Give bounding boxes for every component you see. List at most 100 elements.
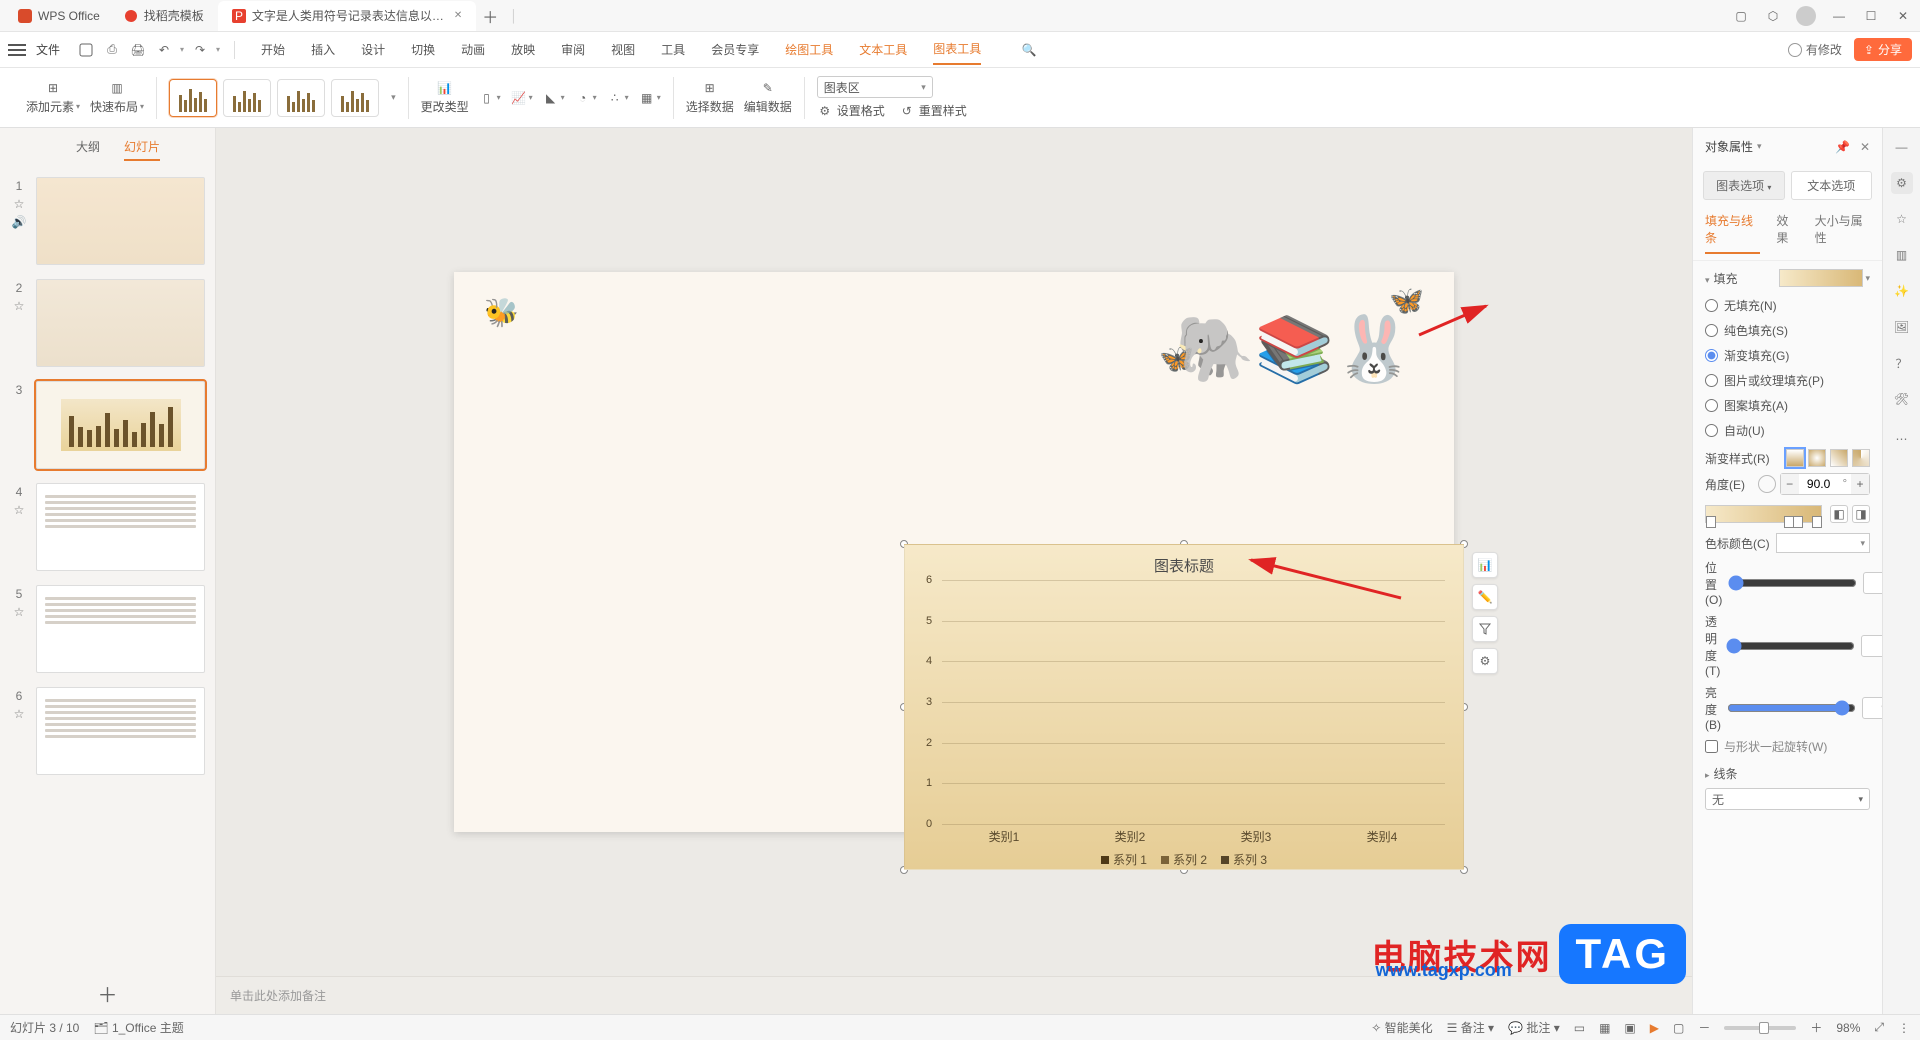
- chart-style-1[interactable]: [169, 79, 217, 117]
- set-format-button[interactable]: ⚙设置格式: [817, 102, 885, 119]
- line-type-dropdown[interactable]: 📈▾: [511, 90, 533, 106]
- tab-templates[interactable]: 找稻壳模板: [110, 1, 218, 31]
- fill-swatch[interactable]: [1779, 269, 1863, 287]
- slides-tab[interactable]: 幻灯片: [124, 138, 160, 161]
- tab-tools[interactable]: 工具: [661, 35, 685, 64]
- slide-thumb-1[interactable]: [36, 177, 205, 265]
- tab-animation[interactable]: 动画: [461, 35, 485, 64]
- close-icon[interactable]: ✕: [454, 10, 462, 21]
- slide-thumb-4[interactable]: [36, 483, 205, 571]
- gradient-stop[interactable]: [1812, 516, 1822, 528]
- scatter-type-dropdown[interactable]: ∴▾: [607, 90, 629, 106]
- style-more[interactable]: ▾: [391, 92, 396, 103]
- maximize-button[interactable]: ☐: [1862, 7, 1880, 25]
- rail-adjust-icon[interactable]: ⚙: [1891, 172, 1913, 194]
- slide-thumb-6[interactable]: [36, 687, 205, 775]
- angle-dial-icon[interactable]: [1758, 475, 1776, 493]
- tab-wps-home[interactable]: WPS Office: [8, 1, 110, 31]
- chart-style-2[interactable]: [223, 79, 271, 117]
- notes-toggle[interactable]: ☰ 备注 ▾: [1447, 1019, 1494, 1036]
- print-icon[interactable]: ⎙: [102, 40, 122, 60]
- opacity-value[interactable]: 0: [1861, 635, 1882, 657]
- more-icon[interactable]: ⋮: [1898, 1021, 1910, 1035]
- comments-toggle[interactable]: 💬 批注 ▾: [1508, 1019, 1560, 1036]
- close-button[interactable]: ✕: [1894, 7, 1912, 25]
- tab-design[interactable]: 设计: [361, 35, 385, 64]
- stop-color-picker[interactable]: ▾: [1776, 533, 1870, 553]
- chart-filter-button[interactable]: [1472, 616, 1498, 642]
- chart-selection[interactable]: 图表标题 0123456 类别1类别2类别3类别4 系列 1系列 2系列 3 📊…: [904, 544, 1464, 870]
- fill-picture-radio[interactable]: 图片或纹理填充(P): [1705, 368, 1870, 393]
- fill-solid-radio[interactable]: 纯色填充(S): [1705, 318, 1870, 343]
- effect-subtab[interactable]: 效果: [1776, 212, 1798, 254]
- view-sorter-icon[interactable]: ▦: [1599, 1021, 1610, 1035]
- pie-type-dropdown[interactable]: ◔▾: [575, 90, 597, 106]
- tab-draw-tools[interactable]: 绘图工具: [785, 35, 833, 64]
- zoom-in[interactable]: ＋: [1810, 1019, 1822, 1036]
- gradient-bar[interactable]: [1705, 505, 1822, 523]
- tab-start[interactable]: 开始: [261, 35, 285, 64]
- chart[interactable]: 图表标题 0123456 类别1类别2类别3类别4 系列 1系列 2系列 3: [904, 544, 1464, 870]
- undo-caret[interactable]: ▾: [180, 45, 184, 54]
- zoom-value[interactable]: 98%: [1836, 1021, 1860, 1035]
- tab-document[interactable]: P 文字是人类用符号记录表达信息以… ✕: [218, 1, 476, 31]
- position-value[interactable]: 0: [1863, 572, 1882, 594]
- fill-section-label[interactable]: 填充: [1714, 272, 1738, 286]
- tab-transition[interactable]: 切换: [411, 35, 435, 64]
- pin-icon[interactable]: 📌: [1835, 140, 1850, 154]
- rail-tools-icon[interactable]: 🛠: [1891, 388, 1913, 410]
- line-section-label[interactable]: 线条: [1714, 767, 1738, 781]
- share-button[interactable]: ⇪分享: [1854, 38, 1912, 61]
- plot-area[interactable]: 0123456: [941, 580, 1445, 824]
- canvas-scroll[interactable]: 🐝 🦋 🦋 🐘📚🐰 🦋 图表标题 0123456: [216, 128, 1692, 976]
- view-reading-icon[interactable]: ▣: [1624, 1021, 1635, 1035]
- gradient-stop[interactable]: [1706, 516, 1716, 528]
- tab-member[interactable]: 会员专享: [711, 35, 759, 64]
- grad-linear[interactable]: [1786, 449, 1804, 467]
- decrease-button[interactable]: −: [1781, 474, 1799, 494]
- edit-data-button[interactable]: ✎编辑数据: [744, 80, 792, 115]
- chart-style-4[interactable]: [331, 79, 379, 117]
- chart-options-tab[interactable]: 图表选项 ▾: [1703, 171, 1785, 200]
- area-type-dropdown[interactable]: ◣▾: [543, 90, 565, 106]
- fill-line-subtab[interactable]: 填充与线条: [1705, 212, 1760, 254]
- outline-tab[interactable]: 大纲: [76, 138, 100, 161]
- quick-layout-button[interactable]: ▥ 快速布局▾: [90, 80, 144, 115]
- new-tab-button[interactable]: ＋: [476, 4, 504, 28]
- save-icon[interactable]: [76, 40, 96, 60]
- minimize-button[interactable]: —: [1830, 7, 1848, 25]
- undo-icon[interactable]: ↶: [154, 40, 174, 60]
- bar-type-dropdown[interactable]: ▯▾: [479, 90, 501, 106]
- file-menu[interactable]: 文件: [36, 41, 60, 58]
- redo-icon[interactable]: ↷: [190, 40, 210, 60]
- rail-template-icon[interactable]: ▥: [1891, 244, 1913, 266]
- chart-style-button[interactable]: ✏️: [1472, 584, 1498, 610]
- tab-insert[interactable]: 插入: [311, 35, 335, 64]
- search-icon[interactable]: 🔍: [1019, 40, 1039, 60]
- opacity-slider[interactable]: [1726, 638, 1855, 654]
- chart-area-select[interactable]: 图表区▾: [817, 76, 933, 98]
- rail-image-icon[interactable]: 🖼: [1891, 316, 1913, 338]
- has-changes-badge[interactable]: 有修改: [1788, 41, 1842, 58]
- text-options-tab[interactable]: 文本选项: [1791, 171, 1873, 200]
- view-slideshow-icon[interactable]: ▶: [1650, 1021, 1659, 1035]
- grad-rect[interactable]: [1830, 449, 1848, 467]
- grad-path[interactable]: [1852, 449, 1870, 467]
- brightness-value[interactable]: 95: [1862, 697, 1882, 719]
- rail-help-icon[interactable]: ？: [1891, 352, 1913, 374]
- change-type-button[interactable]: 📊更改类型: [421, 80, 469, 115]
- print-preview-icon[interactable]: 🖨: [128, 40, 148, 60]
- avatar[interactable]: [1796, 6, 1816, 26]
- slide-thumb-5[interactable]: [36, 585, 205, 673]
- tab-text-tools[interactable]: 文本工具: [859, 35, 907, 64]
- add-stop-button[interactable]: ◧: [1830, 505, 1848, 523]
- hamburger-icon[interactable]: [8, 44, 26, 56]
- layout-icon[interactable]: ▢: [1732, 7, 1750, 25]
- add-element-button[interactable]: ⊞ 添加元素▾: [26, 80, 80, 115]
- increase-button[interactable]: +: [1851, 474, 1869, 494]
- cube-icon[interactable]: ⬡: [1764, 7, 1782, 25]
- tab-review[interactable]: 审阅: [561, 35, 585, 64]
- grad-radial[interactable]: [1808, 449, 1826, 467]
- fill-auto-radio[interactable]: 自动(U): [1705, 418, 1870, 443]
- close-panel-icon[interactable]: ✕: [1860, 140, 1870, 154]
